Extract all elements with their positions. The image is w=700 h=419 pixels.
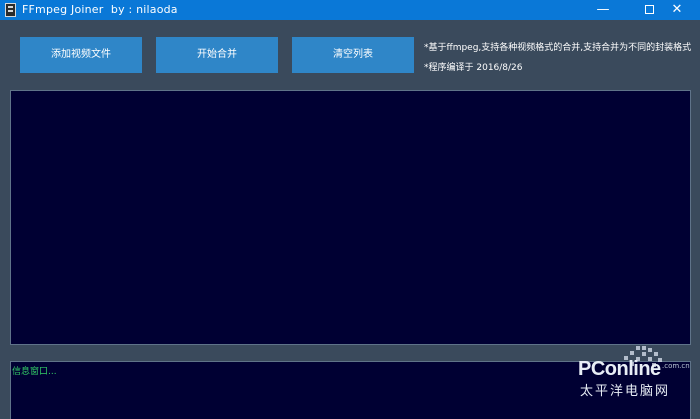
clear-list-button[interactable]: 清空列表 xyxy=(292,37,414,73)
log-text: 信息窗口... xyxy=(12,367,57,377)
add-video-button[interactable]: 添加视频文件 xyxy=(20,37,142,73)
title-bar[interactable]: FFmpeg Joiner by : nilaoda — ✕ xyxy=(0,0,700,20)
film-icon xyxy=(5,3,16,17)
maximize-icon xyxy=(644,5,654,14)
watermark-chinese: 太平洋电脑网 xyxy=(580,384,671,399)
watermark-brand: PConline xyxy=(578,358,661,380)
info-build-date: *程序编译于 2016/8/26 xyxy=(424,63,523,73)
minimize-button[interactable]: — xyxy=(580,0,626,20)
watermark-domain: .com.cn xyxy=(662,362,690,370)
start-merge-button[interactable]: 开始合并 xyxy=(156,37,278,73)
watermark: PConline .com.cn 太平洋电脑网 xyxy=(578,342,694,400)
close-button[interactable]: ✕ xyxy=(654,0,700,20)
info-description: *基于ffmpeg,支持各种视频格式的合并,支持合并为不同的封装格式 xyxy=(424,43,692,53)
window-title: FFmpeg Joiner by : nilaoda xyxy=(22,3,178,16)
file-list-panel[interactable] xyxy=(10,90,691,345)
